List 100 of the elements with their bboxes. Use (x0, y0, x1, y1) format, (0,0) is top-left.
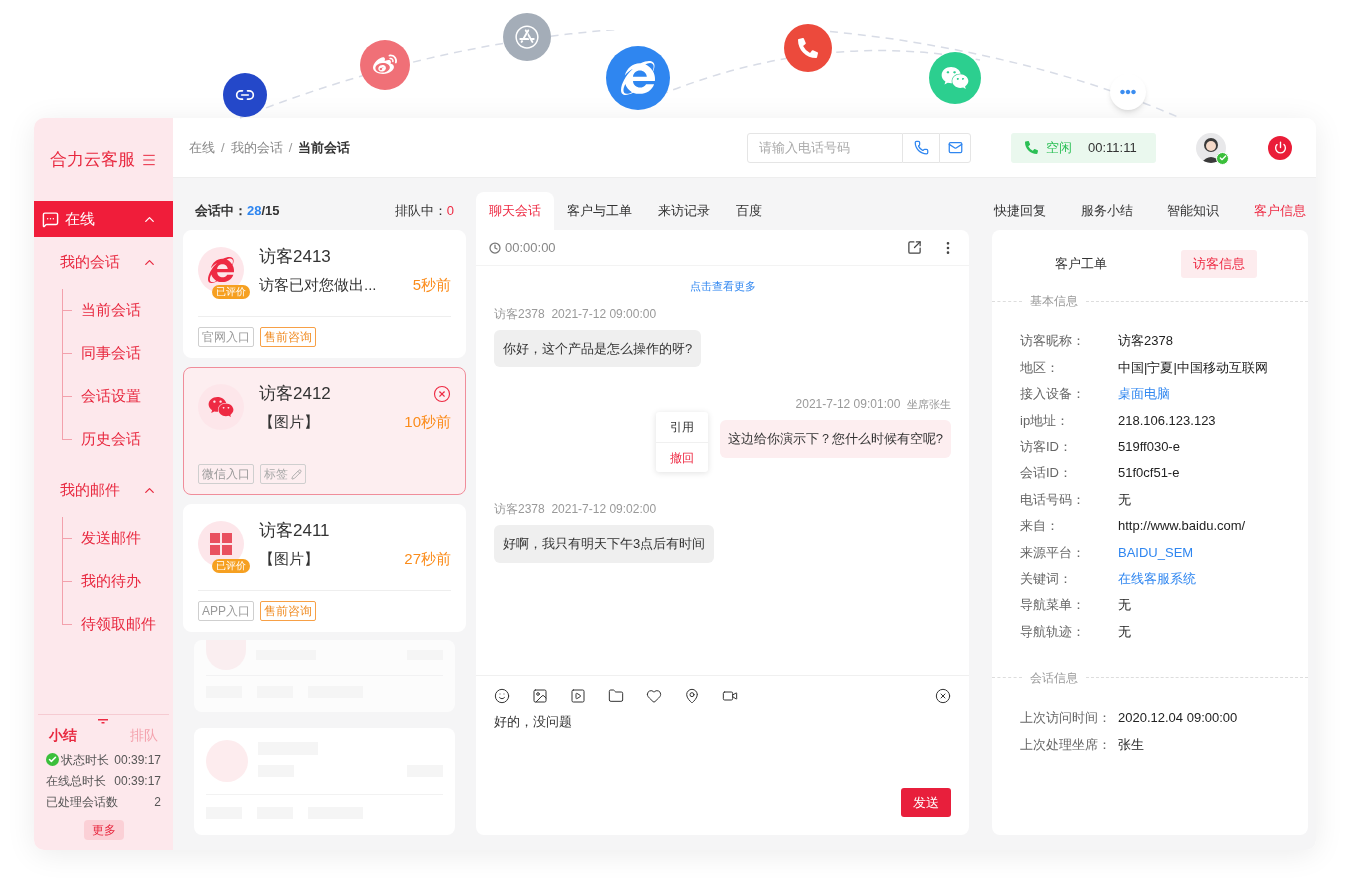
mail-button[interactable] (939, 132, 971, 163)
weibo-icon (360, 40, 410, 90)
field-value: 2020.12.04 09:00:00 (1118, 709, 1238, 728)
agent-avatar[interactable] (1196, 132, 1226, 163)
video-camera-icon[interactable] (722, 688, 738, 704)
field-value: 中国|宁夏|中国移动互联网 (1118, 358, 1268, 377)
message-preview: 访客已对您做出... (259, 275, 377, 295)
time-ago: 27秒前 (404, 549, 451, 569)
field-link[interactable]: 在线客服系统 (1118, 568, 1196, 589)
info-subtab[interactable]: 访客信息 (1181, 250, 1257, 278)
summary-tab[interactable]: 小结 (48, 725, 77, 746)
rated-badge: 已评价 (212, 559, 250, 573)
field-label: 地区： (1020, 358, 1060, 377)
field-label: 导航菜单： (1020, 596, 1086, 615)
message-meta: 2021-7-12 09:01:00 坐席张生 (795, 396, 951, 413)
stat-value: 00:39:17 (114, 772, 161, 790)
load-more-link[interactable]: 点击查看更多 (689, 278, 756, 295)
field-value: 519ff030-e (1118, 438, 1180, 456)
edit-tag-button[interactable]: 标签 (260, 464, 306, 484)
breadcrumb-item[interactable]: 在线 (189, 137, 215, 158)
stat-value: 00:39:17 (114, 751, 161, 769)
menu-item[interactable]: 发送邮件 (81, 527, 141, 550)
stat-value: 2 (154, 793, 161, 811)
more-button[interactable]: 更多 (83, 820, 124, 840)
chat-tab[interactable]: 来访记录 (645, 192, 723, 230)
conversation-card[interactable]: 访客2412 【图片】 10秒前 微信入口 标签 (183, 367, 466, 495)
menu-item[interactable]: 我的待办 (81, 570, 141, 593)
field-label: 关键词： (1020, 569, 1073, 588)
menu-group[interactable]: 我的会话 (34, 245, 173, 279)
info-tab[interactable]: 快捷回复 (994, 201, 1046, 221)
smile-icon[interactable] (494, 688, 510, 704)
field-label: ip地址： (1020, 411, 1071, 430)
field-label: 上次处理坐席： (1020, 735, 1112, 754)
message-input[interactable]: 好的，没问题 (494, 712, 951, 732)
visitor-bubble: 好啊，我只有明天下午3点后有时间 (494, 525, 715, 563)
power-button[interactable] (1268, 135, 1292, 160)
chat-tab[interactable]: 聊天会话 (476, 192, 554, 230)
field-value: http://www.baidu.com/ (1118, 517, 1246, 536)
check-icon (46, 753, 59, 766)
send-button[interactable]: 发送 (901, 788, 951, 817)
more-icon (1110, 74, 1146, 110)
menu-item[interactable]: 历史会话 (81, 428, 141, 451)
video-file-icon[interactable] (570, 688, 586, 704)
chat-tab[interactable]: 百度 (723, 192, 775, 230)
field-link[interactable]: BAIDU_SEM (1118, 542, 1194, 563)
field-value: 无 (1118, 490, 1131, 509)
message-preview: 【图片】 (259, 549, 319, 569)
category-tag: 售前咨询 (260, 601, 316, 621)
rated-badge: 已评价 (212, 285, 250, 299)
conversation-card[interactable]: 已评价 访客2411 【图片】 27秒前 APP入口 售前咨询 (183, 504, 466, 632)
active-count: 会话中：28/15 (195, 202, 280, 221)
info-tab[interactable]: 智能知识 (1167, 201, 1220, 221)
share-icon[interactable] (907, 240, 922, 255)
info-tab[interactable]: 客户信息 (1253, 201, 1306, 221)
info-subtab[interactable]: 客户工单 (1043, 250, 1119, 278)
section-title: 会话信息 (1029, 669, 1079, 687)
menu-option[interactable]: 引用 (655, 412, 708, 442)
category-tag: 售前咨询 (260, 327, 316, 347)
menu-group[interactable]: 我的邮件 (34, 473, 173, 507)
menu-section[interactable]: 在线 (34, 201, 173, 237)
phone-field[interactable]: 请输入电话号码 (747, 132, 903, 163)
breadcrumb-separator: / (288, 138, 293, 157)
field-label: 会话ID： (1020, 464, 1073, 483)
message-meta: 访客2378 2021-7-12 09:00:00 (494, 305, 657, 323)
message-meta: 访客2378 2021-7-12 09:02:00 (494, 501, 657, 518)
visitor-name: 访客2411 (259, 520, 330, 543)
menu-item[interactable]: 待领取邮件 (81, 613, 156, 636)
breadcrumb-item: 当前会话 (298, 138, 351, 157)
breadcrumb-item[interactable]: 我的会话 (230, 137, 283, 158)
channel-tag: 微信入口 (198, 464, 254, 484)
menu-item[interactable]: 会话设置 (81, 385, 141, 408)
menu-item[interactable]: 当前会话 (81, 299, 141, 322)
visitor-bubble: 你好，这个产品是怎么操作的呀? (494, 329, 702, 367)
folder-icon[interactable] (608, 688, 624, 704)
mail-icon (947, 140, 963, 155)
field-label: 访客昵称： (1020, 332, 1086, 351)
agent-bubble: 这边给你演示下？您什么时候有空呢? (719, 420, 951, 458)
call-button[interactable] (903, 132, 939, 163)
heart-icon[interactable] (646, 688, 662, 704)
status-indicator[interactable]: 空闲 00:11:11 (1011, 132, 1156, 163)
field-value: 张生 (1118, 735, 1144, 754)
app-store-icon (503, 13, 551, 61)
field-value: 访客2378 (1118, 332, 1173, 351)
breadcrumb-separator: / (221, 138, 225, 157)
image-icon[interactable] (532, 688, 548, 704)
location-icon[interactable] (684, 688, 700, 704)
phone-icon (784, 24, 832, 72)
info-tab[interactable]: 服务小结 (1080, 201, 1133, 221)
session-timer: 00:00:00 (505, 238, 556, 257)
menu-item[interactable]: 同事会话 (81, 342, 141, 365)
menu-option[interactable]: 撤回 (655, 442, 708, 472)
close-icon[interactable] (935, 688, 951, 704)
section-title: 基本信息 (1029, 293, 1079, 310)
conversation-card[interactable]: 已评价 访客2413 访客已对您做出... 5秒前 官网入口 售前咨询 (183, 230, 466, 358)
field-value: 无 (1118, 596, 1131, 615)
chat-tab[interactable]: 客户与工单 (554, 192, 645, 230)
field-label: 电话号码： (1020, 490, 1086, 509)
field-link[interactable]: 桌面电脑 (1118, 384, 1170, 404)
field-value: 无 (1118, 622, 1131, 641)
brand-name: 合力云客服 (50, 148, 135, 171)
